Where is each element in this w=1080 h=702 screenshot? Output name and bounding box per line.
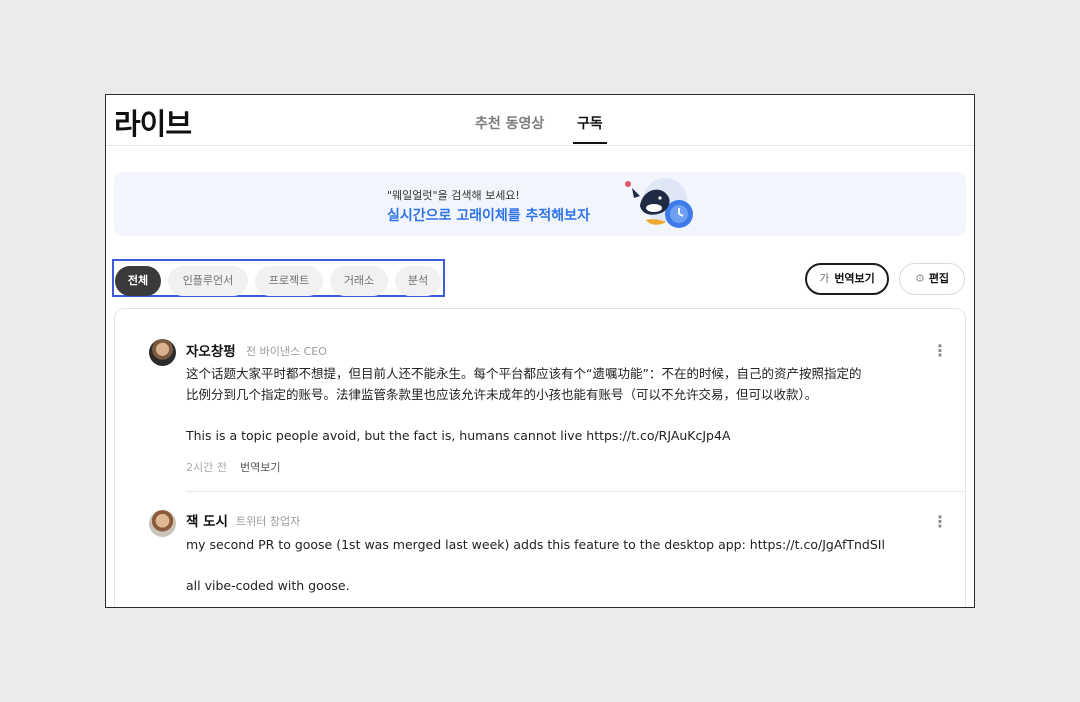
post-author-role: 트위터 창업자 (236, 515, 301, 528)
avatar[interactable] (149, 339, 176, 366)
live-page: 라이브 추천 동영상 구독 "웨일얼럿"을 검색해 보세요! 실시간으로 고래이… (105, 94, 975, 608)
whale-clock-illustration (625, 178, 693, 228)
gear-icon: ⚙ (914, 272, 925, 285)
filter-chip-exchange[interactable]: 거래소 (330, 266, 388, 296)
translate-button[interactable]: 가 번역보기 (805, 263, 889, 295)
feed-card (114, 308, 966, 607)
banner-headline: 실시간으로 고래이체를 추적해보자 (387, 208, 590, 224)
avatar[interactable] (149, 510, 176, 537)
tab-subscriptions[interactable]: 구독 (577, 113, 603, 133)
post-author[interactable]: 자오창펑 (186, 340, 236, 360)
filter-chip-influencer[interactable]: 인플루언서 (168, 266, 248, 296)
post-translate-link[interactable]: 번역보기 (240, 459, 280, 475)
translate-icon: 가 (819, 272, 830, 285)
edit-button-label: 편집 (928, 272, 950, 285)
post-text-line: all vibe-coded with goose. (186, 578, 350, 593)
edit-button[interactable]: ⚙ 편집 (899, 263, 965, 295)
more-options-icon[interactable]: ⋮ (932, 514, 948, 530)
filter-chip-project[interactable]: 프로젝트 (255, 266, 323, 296)
post-divider (186, 491, 966, 492)
post-author-role: 전 바이낸스 CEO (246, 345, 327, 358)
banner-subtitle: "웨일얼럿"을 검색해 보세요! (387, 189, 520, 202)
post-author[interactable]: 잭 도시 (186, 510, 228, 530)
filter-chip-all[interactable]: 전체 (115, 266, 161, 296)
whale-alert-banner[interactable]: "웨일얼럿"을 검색해 보세요! 실시간으로 고래이체를 추적해보자 (114, 172, 966, 236)
header: 라이브 추천 동영상 구독 (106, 95, 974, 146)
post-text-line: my second PR to goose (1st was merged la… (186, 537, 885, 552)
post-text-line: 比例分到几个指定的账号。法律监管条款里也应该允许未成年的小孩也能有账号（可以不允… (186, 387, 818, 402)
active-tab-indicator (573, 142, 607, 144)
filter-chip-analysis[interactable]: 분석 (395, 266, 441, 296)
post-text-line: This is a topic people avoid, but the fa… (186, 428, 731, 443)
post-text-line: 这个话题大家平时都不想提，但目前人还不能永生。每个平台都应该有个“遗嘱功能”：不… (186, 366, 862, 381)
translate-button-label: 번역보기 (834, 272, 875, 285)
tab-recommended-videos[interactable]: 추천 동영상 (475, 113, 544, 133)
page-title: 라이브 (114, 107, 192, 141)
more-options-icon[interactable]: ⋮ (932, 343, 948, 359)
post-timestamp: 2시간 전 (186, 461, 227, 474)
